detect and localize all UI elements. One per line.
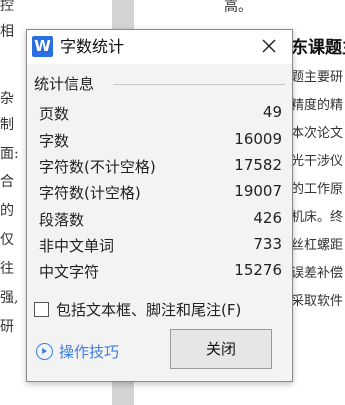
- doc-text-char: 杂: [0, 91, 14, 107]
- doc-text-line: 本次论文: [291, 126, 344, 141]
- doc-text-char: 往: [0, 261, 14, 277]
- doc-text-line: 误差补偿: [291, 266, 344, 281]
- stat-value: 426: [253, 209, 282, 227]
- doc-text-char: 面:: [0, 146, 19, 162]
- dialog-titlebar[interactable]: W 字数统计: [27, 30, 292, 64]
- play-circle-icon: [36, 343, 53, 360]
- doc-text-char: 研: [0, 319, 14, 335]
- doc-text-fragment: 高。: [224, 0, 252, 15]
- wps-writer-icon: W: [32, 36, 53, 57]
- stat-row-non-chinese-words: 非中文单词 733: [39, 235, 282, 259]
- doc-text-line: 采取软件: [291, 294, 344, 309]
- stat-value: 15276: [234, 261, 282, 279]
- stat-label: 字符数(计空格): [39, 184, 141, 202]
- doc-text-line: 光干涉仪: [291, 154, 344, 169]
- close-button[interactable]: 关闭: [170, 329, 272, 369]
- stat-value: 733: [253, 235, 282, 253]
- stat-label: 中文字符: [39, 263, 100, 281]
- include-textboxes-checkbox[interactable]: [34, 302, 49, 317]
- stat-value: 49: [262, 103, 282, 121]
- word-count-dialog: W 字数统计 统计信息 页数 49 字数 16009 字符数(不计空格) 175…: [26, 29, 293, 382]
- doc-text-char: 合: [0, 174, 14, 190]
- stat-label: 字符数(不计空格): [39, 158, 156, 176]
- stat-row-paragraphs: 段落数 426: [39, 209, 282, 233]
- doc-text-line: 丝杠螺距: [291, 238, 344, 253]
- tips-link[interactable]: 操作技巧: [36, 340, 146, 366]
- doc-heading: 东课题主: [291, 38, 345, 58]
- tips-label[interactable]: 操作技巧: [59, 341, 119, 362]
- stat-row-chinese-chars: 中文字符 15276: [39, 261, 282, 285]
- doc-text-char: 制: [0, 117, 14, 133]
- doc-text-line: 精度的精: [291, 98, 344, 113]
- close-icon[interactable]: [257, 34, 281, 58]
- stat-row-pages: 页数 49: [39, 103, 282, 127]
- doc-text-line: 机床。终: [291, 210, 344, 225]
- stat-value: 19007: [234, 182, 282, 200]
- stat-label: 页数: [39, 105, 70, 123]
- stat-label: 非中文单词: [39, 237, 115, 255]
- dialog-title: 字数统计: [60, 37, 125, 56]
- doc-text-line: 题主要研: [291, 70, 344, 85]
- doc-text-line: 的工作原: [291, 182, 344, 197]
- section-divider: [113, 84, 285, 85]
- stat-row-words: 字数 16009: [39, 130, 282, 154]
- doc-text-char: 仅: [0, 232, 14, 248]
- stat-value: 16009: [234, 130, 282, 148]
- doc-text-char: 相: [0, 24, 14, 40]
- stat-label: 字数: [39, 132, 70, 150]
- stat-value: 17582: [234, 156, 282, 174]
- include-textboxes-label[interactable]: 包括文本框、脚注和尾注(F): [56, 299, 241, 320]
- stat-label: 段落数: [39, 211, 85, 229]
- doc-text-char: 控: [0, 0, 14, 14]
- doc-text-char: 的: [0, 203, 14, 219]
- doc-text-char: 强,: [0, 290, 19, 306]
- section-title: 统计信息: [34, 75, 95, 93]
- stat-row-chars-no-spaces: 字符数(不计空格) 17582: [39, 156, 282, 180]
- stat-row-chars-with-spaces: 字符数(计空格) 19007: [39, 182, 282, 206]
- include-textboxes-footnotes-option[interactable]: 包括文本框、脚注和尾注(F): [34, 299, 286, 325]
